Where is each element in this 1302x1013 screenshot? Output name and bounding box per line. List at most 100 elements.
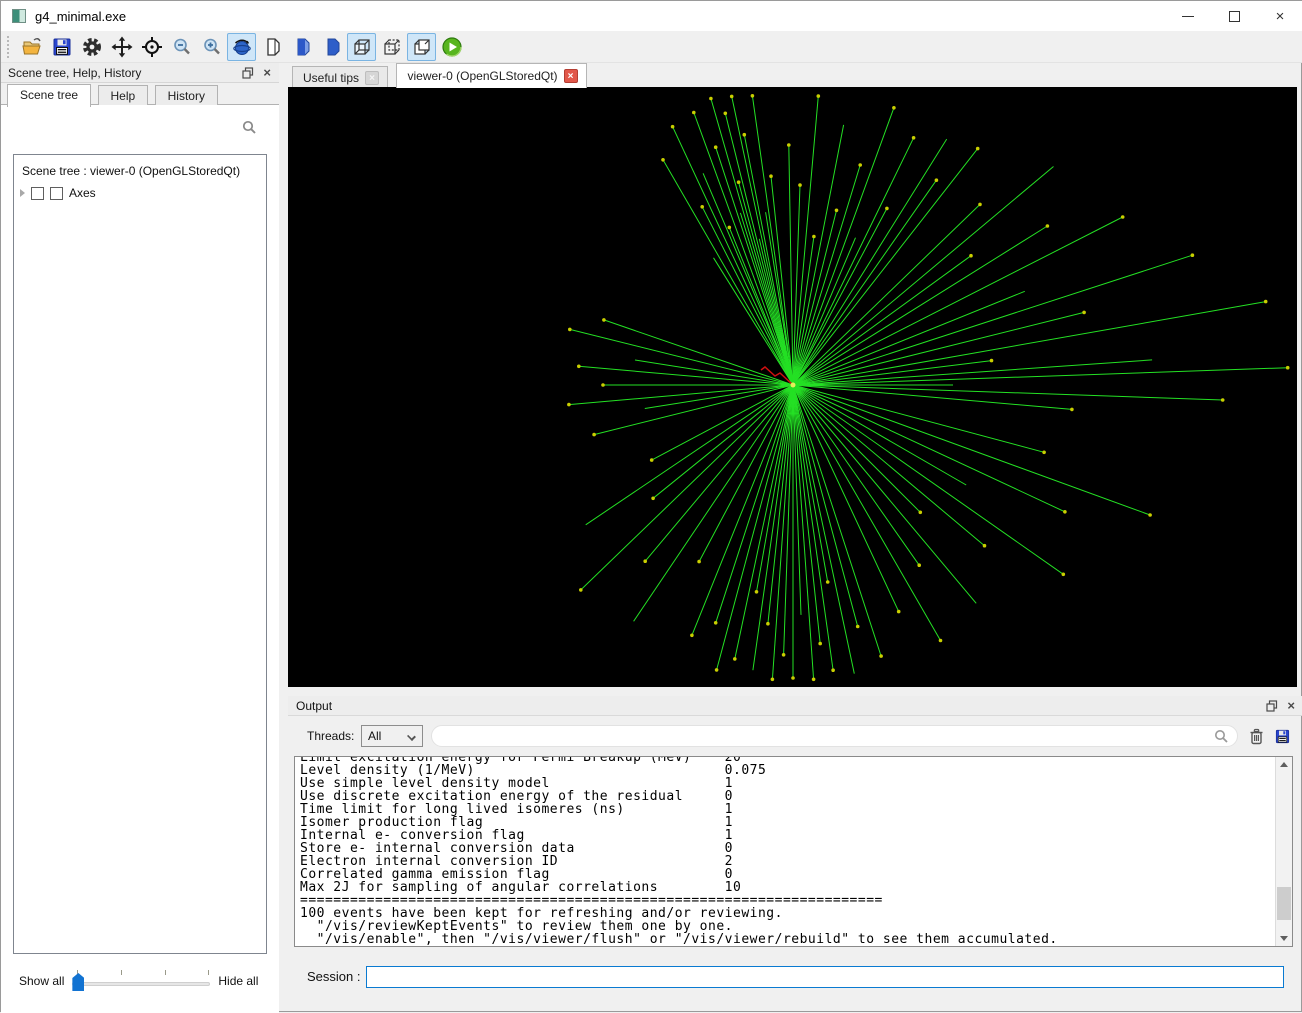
- zoom-out-button[interactable]: [167, 33, 196, 61]
- app-window: { "window": { "title": "g4_minimal.exe" …: [0, 0, 1302, 1013]
- tab-scene-tree[interactable]: Scene tree: [7, 84, 92, 107]
- scroll-up-button[interactable]: [1276, 757, 1292, 772]
- move-icon: [111, 36, 132, 57]
- axes-visibility-checkbox[interactable]: [31, 186, 44, 200]
- expand-chevron-icon[interactable]: [20, 189, 25, 197]
- close-icon: ×: [567, 70, 574, 82]
- threads-label: Threads:: [307, 729, 355, 743]
- arrow-up-icon: [1280, 762, 1288, 767]
- tree-item-label: Axes: [69, 186, 96, 200]
- tab-useful-tips-label: Useful tips: [303, 71, 360, 85]
- tab-viewer-0-label: viewer-0 (OpenGLStoredQt): [407, 69, 558, 83]
- tab-help[interactable]: Help: [97, 85, 149, 107]
- session-label: Session :: [307, 969, 361, 984]
- cube-hidden-line-icon: [383, 38, 400, 55]
- window-title: g4_minimal.exe: [35, 8, 127, 24]
- save-icon: [53, 38, 70, 55]
- cube-solid-button[interactable]: [407, 32, 436, 61]
- show-all-label: Show all: [19, 974, 65, 988]
- close-icon: ×: [369, 72, 375, 84]
- maximize-button[interactable]: [1211, 1, 1257, 31]
- float-icon: [242, 66, 254, 79]
- title-bar: g4_minimal.exe ×: [1, 1, 1302, 31]
- dock-close-button[interactable]: ×: [263, 64, 271, 82]
- zoom-out-icon: [173, 38, 190, 54]
- open-file-button[interactable]: [17, 33, 46, 61]
- output-dock-header: Output ×: [288, 696, 1302, 716]
- cube-wireframe-button[interactable]: [347, 32, 376, 61]
- output-dock-title: Output: [296, 698, 333, 713]
- save-button[interactable]: [47, 33, 76, 61]
- float-icon: [1266, 699, 1278, 712]
- tab-history[interactable]: History: [154, 85, 218, 107]
- slider-handle[interactable]: [72, 973, 85, 991]
- output-close-button[interactable]: ×: [1287, 697, 1295, 715]
- console-text: Limit excitation energy for Fermi Breaku…: [300, 756, 1058, 947]
- wireframe-style-button[interactable]: [257, 33, 286, 61]
- left-dock-tabbar: Scene tree Help History: [1, 84, 279, 107]
- particle-tracks-canvas: [288, 87, 1297, 687]
- output-console[interactable]: Limit excitation energy for Fermi Breaku…: [294, 756, 1293, 947]
- scrollbar-thumb[interactable]: [1277, 887, 1291, 920]
- slider-track[interactable]: [72, 982, 211, 986]
- solid-style-icon: [327, 38, 339, 55]
- minimize-button[interactable]: [1165, 1, 1211, 31]
- settings-gear-icon: [82, 37, 101, 56]
- hidden-line-style-icon: [297, 38, 309, 55]
- scroll-down-button[interactable]: [1276, 931, 1292, 946]
- chevron-down-icon: [407, 732, 416, 741]
- close-button[interactable]: ×: [1257, 1, 1302, 31]
- threads-dropdown[interactable]: All: [361, 725, 423, 747]
- tree-search-button[interactable]: [242, 120, 257, 140]
- output-filter-field[interactable]: [431, 725, 1238, 747]
- close-icon: ×: [1275, 7, 1285, 25]
- opengl-viewport[interactable]: [288, 87, 1297, 687]
- wireframe-style-icon: [266, 37, 280, 56]
- visibility-slider-row: Show all Hide all: [1, 961, 279, 1001]
- zoom-in-icon: [203, 38, 220, 54]
- console-scrollbar[interactable]: [1275, 757, 1292, 946]
- output-controls: Threads: All: [288, 723, 1302, 749]
- main-toolbar: [1, 31, 1302, 63]
- scene-dock-header: Scene tree, Help, History ×: [1, 63, 279, 83]
- run-button[interactable]: [437, 33, 466, 61]
- dock-close-icon: ×: [263, 64, 271, 80]
- dock-float-button[interactable]: [242, 66, 254, 79]
- output-filter-input[interactable]: [442, 727, 1202, 745]
- tab-viewer-0[interactable]: viewer-0 (OpenGLStoredQt) ×: [396, 63, 587, 88]
- session-input[interactable]: [366, 966, 1284, 988]
- app-icon: [12, 9, 26, 23]
- threads-selected-value: All: [368, 729, 382, 743]
- rotate-button[interactable]: [227, 32, 256, 61]
- output-close-icon: ×: [1287, 697, 1295, 713]
- scene-tree-panel: Scene tree : viewer-0 (OpenGLStoredQt) A…: [1, 105, 279, 1013]
- output-float-button[interactable]: [1266, 699, 1278, 712]
- center-view-button[interactable]: [137, 33, 166, 61]
- maximize-icon: [1228, 10, 1240, 22]
- tab-useful-tips-close-button[interactable]: ×: [365, 71, 380, 85]
- cube-hidden-line-button[interactable]: [377, 33, 406, 61]
- save-output-button[interactable]: [1272, 725, 1292, 747]
- minimize-icon: [1182, 15, 1194, 17]
- axes-select-checkbox[interactable]: [50, 186, 63, 200]
- session-row: Session :: [288, 963, 1302, 993]
- scene-dock-title: Scene tree, Help, History: [8, 65, 142, 80]
- clear-output-button[interactable]: [1246, 725, 1266, 747]
- settings-button[interactable]: [77, 33, 106, 61]
- solid-style-button[interactable]: [317, 33, 346, 61]
- filter-search-icon: [1214, 729, 1229, 749]
- rotate-sphere-icon: [232, 39, 251, 55]
- trash-icon: [1250, 728, 1262, 744]
- scene-tree-root-label: Scene tree : viewer-0 (OpenGLStoredQt): [22, 164, 241, 178]
- arrow-down-icon: [1280, 936, 1288, 941]
- hide-all-label: Hide all: [218, 974, 259, 988]
- move-button[interactable]: [107, 33, 136, 61]
- cube-wireframe-icon: [353, 38, 370, 55]
- hidden-line-style-button[interactable]: [287, 33, 316, 61]
- tree-item-axes[interactable]: Axes: [20, 186, 266, 200]
- tab-viewer-0-close-button[interactable]: ×: [563, 69, 578, 83]
- scene-tree-view: Scene tree : viewer-0 (OpenGLStoredQt) A…: [13, 154, 267, 954]
- toolbar-grip[interactable]: [7, 35, 11, 58]
- zoom-in-button[interactable]: [197, 33, 226, 61]
- visibility-slider[interactable]: [72, 968, 211, 994]
